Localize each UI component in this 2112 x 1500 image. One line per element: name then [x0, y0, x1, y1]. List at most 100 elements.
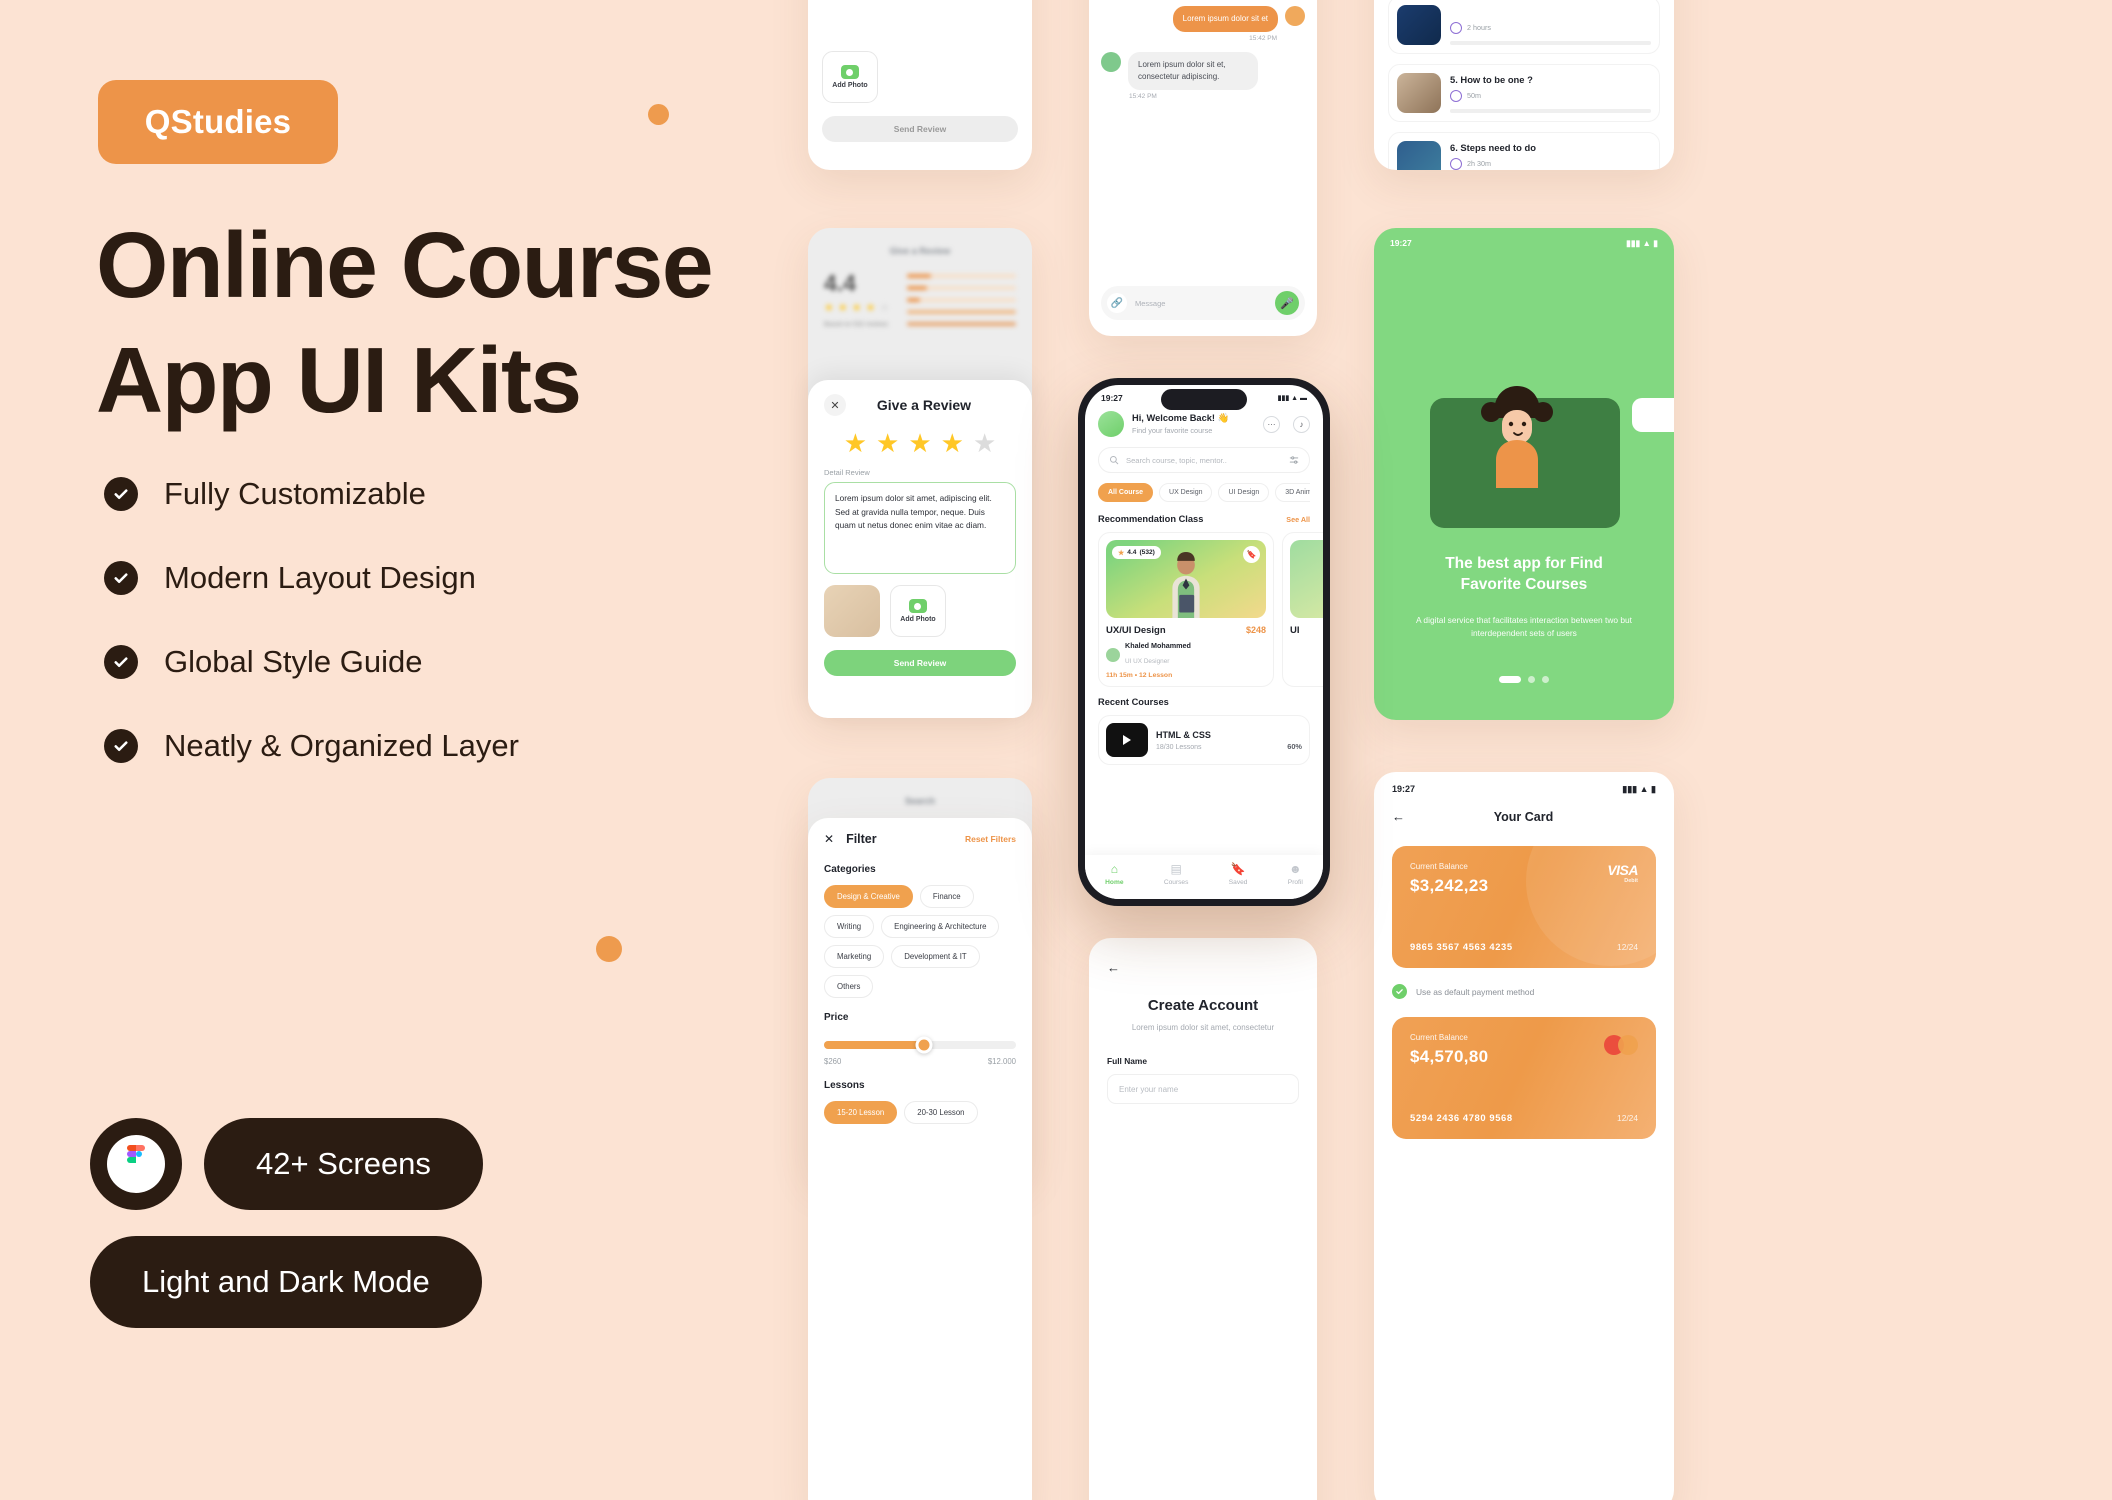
category-chip[interactable]: Design & Creative	[824, 885, 913, 908]
full-name-label: Full Name	[1107, 1056, 1148, 1066]
category-chip-group: Design & Creative Finance Writing Engine…	[824, 885, 1016, 998]
pagination-dot[interactable]	[1542, 676, 1549, 683]
category-chip[interactable]: Marketing	[824, 945, 885, 968]
brand-logo-badge: QStudies	[98, 80, 338, 164]
default-payment-row[interactable]: Use as default payment method	[1392, 984, 1656, 999]
pagination-dot-active[interactable]	[1499, 676, 1521, 683]
course-title: UX/UI Design	[1106, 625, 1166, 636]
price-label: Price	[824, 1012, 849, 1023]
status-icons: ▮▮▮ ▲ ▮	[1622, 784, 1656, 794]
list-item[interactable]: 4. Intro to Security 2 hours	[1388, 0, 1660, 54]
detail-review-input[interactable]: Lorem ipsum dolor sit amet, adipiscing e…	[824, 482, 1016, 574]
send-review-button[interactable]: Send Review	[824, 650, 1016, 676]
credit-card-mastercard[interactable]: Current Balance $4,570,80 5294 2436 4780…	[1392, 1017, 1656, 1139]
course-card[interactable]: ★ 4.4 (532) 🔖 UX/UI Design $248 Khaled M…	[1098, 532, 1274, 687]
bottom-navigation: ⌂ Home ▤ Courses 🔖 Saved ☻ Profil	[1085, 855, 1323, 899]
category-chip[interactable]: Finance	[919, 885, 974, 908]
price-range-labels: $260 $12.000	[824, 1057, 1016, 1066]
slider-handle[interactable]	[915, 1036, 933, 1054]
balance-label: Current Balance	[1410, 862, 1468, 871]
tab-ui-design[interactable]: UI Design	[1218, 483, 1270, 502]
nav-item-home[interactable]: ⌂ Home	[1105, 862, 1123, 886]
reset-filters-button[interactable]: Reset Filters	[965, 834, 1016, 844]
bell-icon[interactable]: ♪	[1293, 415, 1310, 433]
card-expiry: 12/24	[1617, 942, 1638, 952]
list-item[interactable]: 6. Steps need to do 2h 30m	[1388, 132, 1660, 170]
star-icon[interactable]: ★	[908, 430, 931, 456]
star-rating[interactable]: ★ ★ ★ ★ ★	[824, 430, 1016, 456]
avatar[interactable]	[1098, 411, 1124, 437]
instructor-illustration	[1172, 552, 1200, 618]
category-chip[interactable]: Others	[824, 975, 874, 998]
filter-title: Filter	[846, 832, 877, 846]
nav-item-profil[interactable]: ☻ Profil	[1288, 862, 1303, 886]
search-input[interactable]: Search course, topic, mentor..	[1098, 447, 1310, 473]
check-circle-icon	[104, 645, 138, 679]
tab-ux-design[interactable]: UX Design	[1159, 483, 1213, 502]
credit-card-visa[interactable]: Current Balance $3,242,23 VISA Debit 986…	[1392, 846, 1656, 968]
screen-your-card: 19:27 ▮▮▮ ▲ ▮ ← Your Card Current Balanc…	[1374, 772, 1674, 1500]
character-illustration	[1481, 386, 1553, 488]
arrow-left-icon[interactable]: ←	[1089, 938, 1317, 975]
categories-label: Categories	[824, 864, 876, 875]
play-icon[interactable]	[1123, 735, 1131, 745]
onboarding-title-line-1: The best app for Find	[1445, 555, 1603, 572]
message-input[interactable]: Message	[1135, 299, 1267, 308]
review-sheet-title: Give a Review	[876, 397, 972, 413]
course-card-image	[1290, 540, 1323, 618]
list-item[interactable]: 5. How to be one ? 50m	[1388, 64, 1660, 122]
bookmark-icon[interactable]: 🔖	[1243, 546, 1260, 563]
microphone-icon[interactable]: 🎤	[1275, 291, 1299, 315]
arrow-left-icon[interactable]: ←	[1392, 809, 1405, 824]
add-photo-button[interactable]: Add Photo	[890, 585, 946, 637]
star-icon[interactable]: ★	[973, 430, 996, 456]
review-photo-thumbnail[interactable]	[824, 585, 880, 637]
star-icon[interactable]: ★	[876, 430, 899, 456]
category-chip[interactable]: Engineering & Architecture	[881, 915, 1000, 938]
tab-3d-anim[interactable]: 3D Anim	[1275, 483, 1310, 502]
price-range-slider[interactable]	[824, 1036, 1016, 1054]
add-photo-button[interactable]: Add Photo	[822, 51, 878, 103]
send-review-button[interactable]: Send Review	[822, 116, 1018, 142]
search-placeholder: Search course, topic, mentor..	[1126, 455, 1227, 465]
status-bar: 19:27 ▮▮▮ ▲ ▮	[1374, 228, 1674, 249]
person-icon: ☻	[1288, 862, 1302, 876]
list-item-title: 5. How to be one ?	[1450, 73, 1533, 85]
tab-all-course[interactable]: All Course	[1098, 483, 1154, 502]
status-time: 19:27	[1390, 238, 1412, 248]
sliders-icon[interactable]	[1289, 455, 1299, 465]
category-chip[interactable]: Development & IT	[891, 945, 980, 968]
balance-value: $3,242,23	[1410, 876, 1489, 895]
pagination-dots[interactable]	[1374, 676, 1674, 683]
paperclip-icon[interactable]: 🔗	[1107, 293, 1127, 313]
screen-chat: Lorem ipsum dolor sit et 15:42 PM Lorem …	[1089, 0, 1317, 336]
status-bar: 19:27 ▮▮▮ ▲ ▮	[1374, 772, 1674, 795]
chat-bubble-icon[interactable]: ···	[1263, 415, 1280, 433]
lesson-chip[interactable]: 15-20 Lesson	[824, 1101, 898, 1124]
course-card[interactable]: UI	[1282, 532, 1323, 687]
nav-item-saved[interactable]: 🔖 Saved	[1229, 862, 1248, 886]
chat-message-incoming: Lorem ipsum dolor sit et, consectetur ad…	[1128, 52, 1258, 90]
nav-item-courses[interactable]: ▤ Courses	[1164, 862, 1189, 886]
see-all-link[interactable]: See All	[1286, 515, 1310, 524]
close-icon[interactable]: ✕	[824, 832, 834, 846]
star-icon[interactable]: ★	[941, 430, 964, 456]
card-screen-header: ← Your Card	[1374, 795, 1674, 824]
category-chip[interactable]: Writing	[824, 915, 875, 938]
avatar	[1285, 6, 1305, 26]
recent-courses-header: Recent Courses	[1098, 697, 1310, 707]
recent-course-item[interactable]: HTML & CSS 18/30 Lessons 60%	[1098, 715, 1310, 765]
check-circle-icon	[104, 561, 138, 595]
onboarding-title: The best app for Find Favorite Courses	[1374, 554, 1674, 596]
full-name-field[interactable]: Enter your name	[1107, 1074, 1299, 1104]
visa-subtext: Debit	[1624, 878, 1638, 884]
recent-course-thumbnail	[1106, 723, 1148, 757]
recent-course-progress: 60%	[1287, 741, 1302, 751]
chat-input-bar[interactable]: 🔗 Message 🎤	[1101, 286, 1305, 320]
feature-label: Neatly & Organized Layer	[164, 728, 519, 763]
pagination-dot[interactable]	[1528, 676, 1535, 683]
close-icon[interactable]: ✕	[824, 394, 846, 416]
lesson-chip[interactable]: 20-30 Lesson	[904, 1101, 978, 1124]
nav-label: Saved	[1228, 879, 1248, 886]
star-icon[interactable]: ★	[844, 430, 867, 456]
